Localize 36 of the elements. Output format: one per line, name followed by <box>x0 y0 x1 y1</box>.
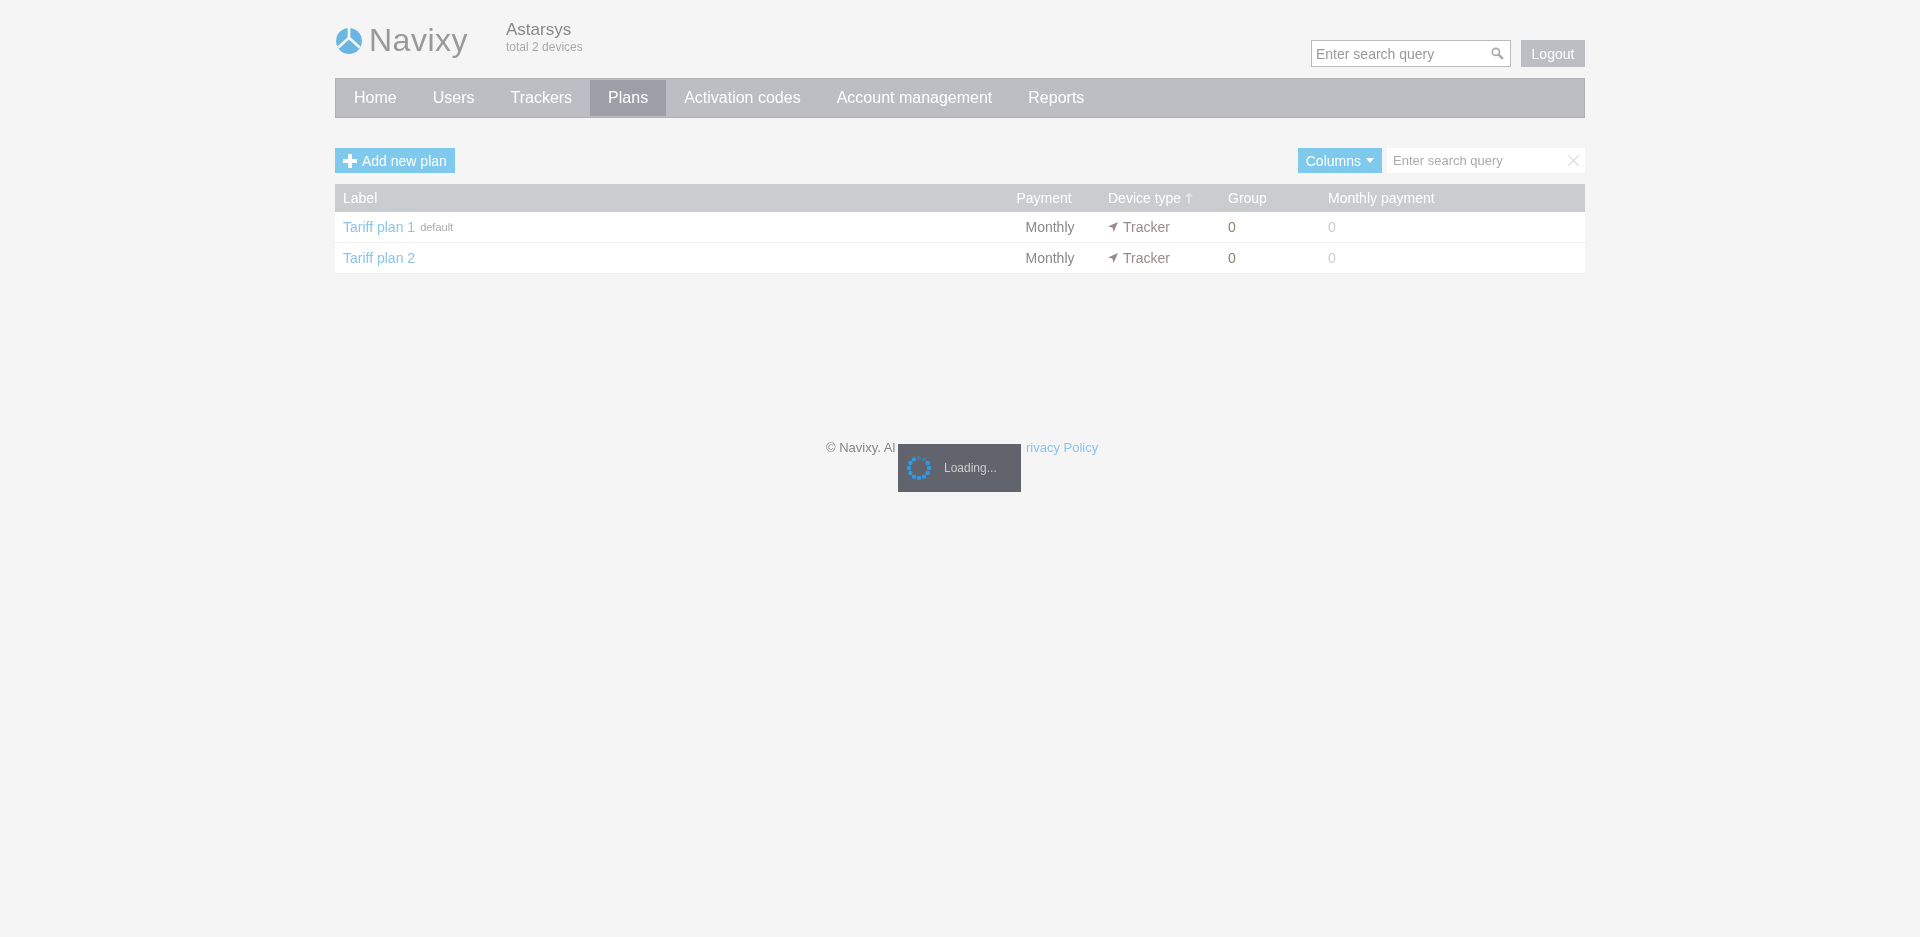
add-plan-button[interactable]: Add new plan <box>335 148 455 173</box>
table-cell: 0 <box>1228 250 1236 266</box>
logo-text: Navixy <box>369 22 468 59</box>
table-cell: Monthly <box>1025 250 1075 266</box>
search-field[interactable]: Enter search query <box>1387 148 1585 173</box>
navigation-arrow-icon <box>1108 253 1118 263</box>
clear-icon[interactable] <box>1568 155 1579 166</box>
columns-button[interactable]: Columns <box>1297 148 1382 173</box>
nav-tab[interactable]: Trackers <box>492 80 591 116</box>
table-cell: 0 <box>1228 219 1236 235</box>
copyright-text: © Navixy. Al <box>826 440 896 455</box>
table-cell: Tracker <box>1123 219 1170 235</box>
search-icon[interactable] <box>1491 47 1504 60</box>
table-cell: Tracker <box>1123 250 1170 266</box>
spinner-icon <box>906 455 932 481</box>
caret-icon <box>1366 158 1374 163</box>
nav-tab[interactable]: Home <box>336 80 415 116</box>
logout-button[interactable]: Logout <box>1521 40 1585 67</box>
privacy-policy-link[interactable]: rivacy Policy <box>1026 440 1099 455</box>
nav-tab[interactable]: Plans <box>590 80 667 116</box>
nav-tab[interactable]: Reports <box>1010 80 1103 116</box>
plus-icon <box>343 153 357 168</box>
nav-tab[interactable]: Account management <box>818 80 1011 116</box>
plan-link[interactable]: Tariff plan 1 <box>343 219 416 235</box>
account-subtitle: total 2 devices <box>506 40 583 54</box>
account-name: Astarsys <box>506 20 573 40</box>
logo-icon <box>335 26 363 55</box>
loading-text: Loading... <box>944 461 997 475</box>
default-tag: default <box>420 221 454 233</box>
nav-tab[interactable]: Users <box>414 80 493 116</box>
table-cell: Monthly <box>1025 219 1075 235</box>
sort-arrow-icon <box>1185 192 1194 204</box>
plan-link[interactable]: Tariff plan 2 <box>343 250 416 266</box>
navigation-arrow-icon <box>1108 222 1118 232</box>
nav-tab[interactable]: Activation codes <box>666 80 819 116</box>
search-field[interactable]: Enter search query <box>1311 40 1511 67</box>
